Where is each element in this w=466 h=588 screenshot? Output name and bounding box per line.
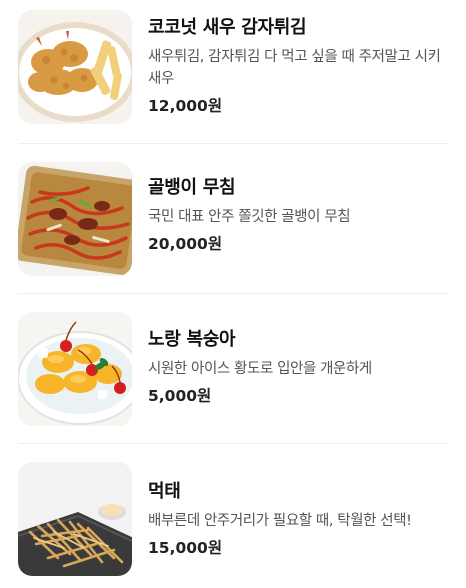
yellow-peach-photo xyxy=(18,312,132,426)
menu-item-description: 배부른데 안주거리가 필요할 때, 탁월한 선택! xyxy=(148,513,412,529)
menu-item-name: 먹태 xyxy=(148,481,181,502)
divider xyxy=(18,143,448,144)
fried-shrimp-fries-photo xyxy=(18,10,132,124)
menu-item-info: 먹태 배부른데 안주거리가 필요할 때, 탁월한 선택! 15,000원 xyxy=(148,480,448,559)
menu-item-name: 노랑 복숭아 xyxy=(148,329,236,350)
menu-item-name: 골뱅이 무침 xyxy=(148,177,236,198)
menu-item-info: 골뱅이 무침 국민 대표 안주 쫄깃한 골뱅이 무침 20,000원 xyxy=(148,176,448,255)
menu-item-description: 시원한 아이스 황도로 입안을 개운하게 xyxy=(148,361,372,377)
menu-item-info: 노랑 복숭아 시원한 아이스 황도로 입안을 개운하게 5,000원 xyxy=(148,328,448,407)
menu-item-dried-pollack[interactable]: 먹태 배부른데 안주거리가 필요할 때, 탁월한 선택! 15,000원 xyxy=(0,450,466,588)
menu-item-yellow-peach[interactable]: 노랑 복숭아 시원한 아이스 황도로 입안을 개운하게 5,000원 xyxy=(0,300,466,450)
menu-item-description: 새우튀김, 감자튀김 다 먹고 싶을 때 주저말고 시키새우 xyxy=(148,49,441,87)
divider xyxy=(18,443,448,444)
menu-item-price: 5,000원 xyxy=(148,387,212,405)
menu-item-price: 12,000원 xyxy=(148,97,223,115)
menu-item-price: 20,000원 xyxy=(148,235,223,253)
menu-item-price: 15,000원 xyxy=(148,539,223,557)
dried-pollack-photo xyxy=(18,462,132,576)
menu-item-description: 국민 대표 안주 쫄깃한 골뱅이 무침 xyxy=(148,209,351,225)
menu-item-coconut-shrimp-fries[interactable]: 코코넛 새우 감자튀김 새우튀김, 감자튀김 다 먹고 싶을 때 주저말고 시키… xyxy=(0,0,466,150)
menu-item-name: 코코넛 새우 감자튀김 xyxy=(148,17,307,38)
menu-item-whelk-salad[interactable]: 골뱅이 무침 국민 대표 안주 쫄깃한 골뱅이 무침 20,000원 xyxy=(0,150,466,300)
menu-item-info: 코코넛 새우 감자튀김 새우튀김, 감자튀김 다 먹고 싶을 때 주저말고 시키… xyxy=(148,16,448,117)
whelk-salad-photo xyxy=(18,162,132,276)
divider xyxy=(18,293,448,294)
menu-list: 코코넛 새우 감자튀김 새우튀김, 감자튀김 다 먹고 싶을 때 주저말고 시키… xyxy=(0,0,466,588)
